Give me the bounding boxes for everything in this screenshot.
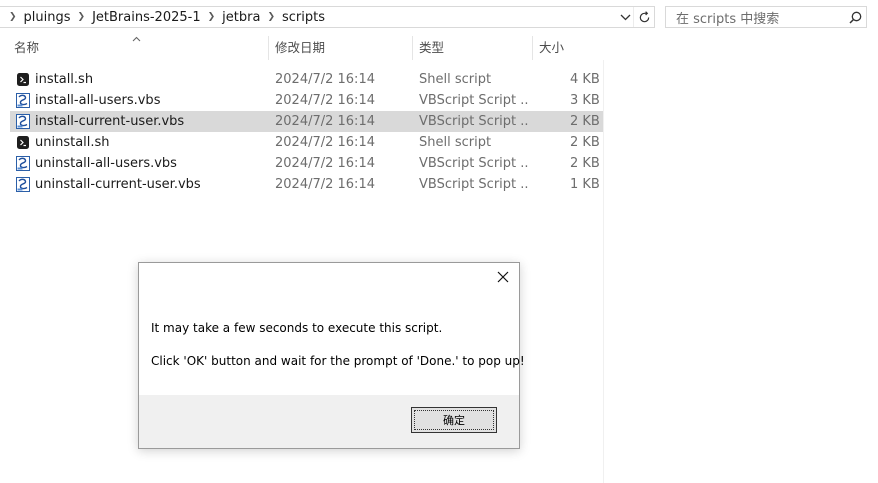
address-bar[interactable]: ❯ pluings ❯ JetBrains-2025-1 ❯ jetbra ❯ … — [0, 6, 655, 28]
file-type: Shell script — [419, 72, 492, 87]
ok-button[interactable]: 确定 — [411, 407, 497, 433]
refresh-icon[interactable] — [633, 7, 654, 27]
breadcrumb-chevron-icon[interactable]: ❯ — [260, 12, 282, 22]
column-header-date[interactable]: 修改日期 — [269, 36, 412, 60]
dialog-message-line1: It may take a few seconds to execute thi… — [151, 321, 443, 335]
file-name-cell[interactable]: uninstall.sh — [16, 132, 110, 153]
search-input[interactable]: 在 scripts 中搜索 — [665, 6, 867, 28]
file-size: 4 KB — [570, 72, 600, 87]
file-name-cell[interactable]: uninstall-all-users.vbs — [16, 153, 177, 174]
file-size: 2 KB — [570, 156, 600, 171]
file-name[interactable]: install-current-user.vbs — [35, 111, 184, 132]
file-size: 3 KB — [570, 93, 600, 108]
file-name-cell[interactable]: install-current-user.vbs — [16, 111, 184, 132]
breadcrumb-chevron-icon[interactable]: ❯ — [201, 12, 223, 22]
file-row[interactable]: install.sh 2024/7/2 16:14 Shell script 4… — [10, 69, 603, 90]
close-icon[interactable] — [495, 269, 511, 285]
column-header-type[interactable]: 类型 — [413, 36, 532, 60]
file-type: VBScript Script ... — [419, 177, 529, 192]
column-header-name[interactable]: 名称 — [8, 36, 268, 60]
file-type: VBScript Script ... — [419, 156, 529, 171]
file-row[interactable]: uninstall-all-users.vbs 2024/7/2 16:14 V… — [10, 153, 603, 174]
file-size: 2 KB — [570, 114, 600, 129]
file-type: Shell script — [419, 135, 492, 150]
file-explorer-window: ❯ pluings ❯ JetBrains-2025-1 ❯ jetbra ❯ … — [0, 0, 878, 483]
file-name[interactable]: uninstall-current-user.vbs — [35, 174, 201, 195]
column-header-size[interactable]: 大小 — [533, 36, 603, 60]
file-name-cell[interactable]: install-all-users.vbs — [16, 90, 160, 111]
breadcrumb-chevron-icon[interactable]: ❯ — [0, 12, 24, 22]
file-date: 2024/7/2 16:14 — [275, 93, 375, 108]
file-type: VBScript Script ... — [419, 93, 529, 108]
file-name-cell[interactable]: install.sh — [16, 69, 93, 90]
search-icon[interactable] — [844, 7, 866, 27]
dialog-message-line2: Click 'OK' button and wait for the promp… — [151, 354, 525, 368]
vbscript-icon — [16, 156, 30, 171]
file-type: VBScript Script ... — [419, 114, 529, 129]
shell-script-icon — [17, 73, 29, 86]
dialog-button-area: 确定 — [139, 395, 519, 448]
vbscript-icon — [16, 93, 30, 108]
breadcrumb-item-jetbra[interactable]: jetbra — [222, 10, 260, 25]
breadcrumb-item-jetbrains[interactable]: JetBrains-2025-1 — [92, 10, 201, 25]
file-row[interactable]: install-all-users.vbs 2024/7/2 16:14 VBS… — [10, 90, 603, 111]
file-row[interactable]: uninstall.sh 2024/7/2 16:14 Shell script… — [10, 132, 603, 153]
file-date: 2024/7/2 16:14 — [275, 114, 375, 129]
search-placeholder[interactable]: 在 scripts 中搜索 — [676, 8, 844, 27]
address-history-chevron-down-icon[interactable] — [617, 7, 633, 27]
script-message-dialog: It may take a few seconds to execute thi… — [138, 262, 525, 449]
file-size: 1 KB — [570, 177, 600, 192]
vbscript-icon — [16, 177, 30, 192]
breadcrumb-item-pluings[interactable]: pluings — [24, 10, 71, 25]
file-row-selected[interactable]: install-current-user.vbs 2024/7/2 16:14 … — [10, 111, 603, 132]
shell-script-icon — [17, 136, 29, 149]
breadcrumb-chevron-icon[interactable]: ❯ — [71, 12, 93, 22]
file-date: 2024/7/2 16:14 — [275, 156, 375, 171]
file-name[interactable]: install.sh — [35, 69, 93, 90]
file-name[interactable]: uninstall-all-users.vbs — [35, 153, 177, 174]
file-date: 2024/7/2 16:14 — [275, 135, 375, 150]
vbscript-icon — [16, 114, 30, 129]
breadcrumb-item-scripts[interactable]: scripts — [282, 10, 325, 25]
file-date: 2024/7/2 16:14 — [275, 177, 375, 192]
file-name-cell[interactable]: uninstall-current-user.vbs — [16, 174, 201, 195]
file-name[interactable]: uninstall.sh — [35, 132, 110, 153]
ok-button-label[interactable]: 确定 — [414, 410, 494, 430]
file-size: 2 KB — [570, 135, 600, 150]
file-name[interactable]: install-all-users.vbs — [35, 90, 160, 111]
file-list-edge — [603, 60, 604, 483]
file-date: 2024/7/2 16:14 — [275, 72, 375, 87]
file-row[interactable]: uninstall-current-user.vbs 2024/7/2 16:1… — [10, 174, 603, 195]
